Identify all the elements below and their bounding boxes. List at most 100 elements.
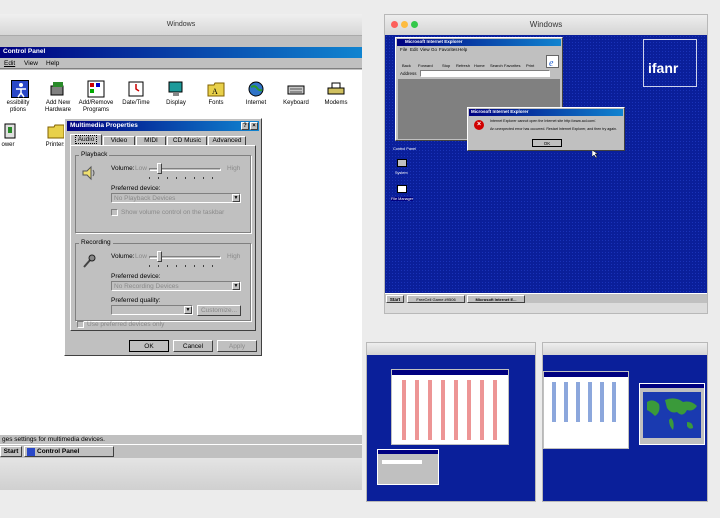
mini-window-2 bbox=[543, 371, 629, 449]
ie-address-input[interactable] bbox=[420, 70, 550, 77]
menu-view[interactable]: View bbox=[24, 60, 38, 67]
tab-video[interactable]: Video bbox=[103, 136, 135, 145]
mini-dialog bbox=[377, 449, 439, 485]
task-freecell[interactable]: FreeCell Game #9506 bbox=[407, 295, 465, 303]
tab-advanced[interactable]: Advanced bbox=[208, 136, 246, 145]
mini-map-titlebar bbox=[640, 384, 704, 388]
ie-refresh[interactable]: Refresh bbox=[456, 63, 470, 68]
close-dot[interactable] bbox=[391, 21, 398, 28]
ie-home[interactable]: Home bbox=[474, 63, 485, 68]
tab-audio[interactable]: Audio bbox=[70, 134, 102, 145]
control-panel-task-icon bbox=[27, 448, 35, 456]
task-internet-explorer[interactable]: Microsoft Internet E... bbox=[467, 295, 525, 303]
minimize-dot[interactable] bbox=[401, 21, 408, 28]
playback-group-label: Playback bbox=[79, 151, 110, 158]
playback-dropdown-button[interactable]: ▼ bbox=[232, 194, 240, 202]
control-panel-titlebar[interactable]: Control Panel bbox=[0, 47, 362, 58]
start-label: Start bbox=[3, 448, 19, 455]
ifanr-watermark: ifanr bbox=[643, 39, 697, 87]
error-ok-button[interactable]: OK bbox=[532, 139, 562, 147]
ie-print[interactable]: Print bbox=[526, 63, 534, 68]
ie-task-label: Microsoft Internet E... bbox=[475, 296, 517, 302]
ie-menu-go[interactable]: Go bbox=[431, 47, 437, 52]
icon-add-remove-programs[interactable]: Add/Remove Programs bbox=[74, 80, 118, 120]
icon-modems[interactable]: Modems bbox=[314, 80, 358, 120]
playback-device-select[interactable]: No Playback Devices ▼ bbox=[111, 193, 241, 203]
right-start-label: Start bbox=[389, 296, 401, 302]
error-line-1: Internet Explorer cannot open the Intern… bbox=[490, 119, 597, 123]
collage: Windows Control Panel Edit View Help ess… bbox=[0, 0, 720, 518]
icon-date-time[interactable]: Date/Time bbox=[114, 80, 158, 120]
recording-low-label: Low bbox=[135, 253, 147, 260]
taskbar-control-panel[interactable]: Control Panel bbox=[24, 446, 114, 457]
tab-midi-label: MIDI bbox=[144, 137, 158, 144]
recording-device-select[interactable]: No Recording Devices ▼ bbox=[111, 281, 241, 291]
error-titlebar[interactable]: Microsoft Internet Explorer bbox=[469, 109, 623, 116]
ie-titlebar[interactable]: Microsoft Internet Explorer bbox=[397, 39, 561, 46]
dialog-close-button[interactable]: × bbox=[250, 122, 258, 130]
menu-help[interactable]: Help bbox=[46, 60, 59, 67]
tab-cd-music[interactable]: CD Music bbox=[167, 136, 207, 145]
ie-forward[interactable]: Forward bbox=[418, 63, 433, 68]
menu-edit[interactable]: Edit bbox=[4, 60, 15, 67]
use-preferred-checkbox[interactable] bbox=[77, 321, 84, 328]
apply-button[interactable]: Apply bbox=[217, 340, 257, 352]
cancel-button[interactable]: Cancel bbox=[173, 340, 213, 352]
mini-mac-titlebar-2 bbox=[543, 343, 707, 355]
customize-button[interactable]: Customize... bbox=[197, 305, 241, 316]
ok-button[interactable]: OK bbox=[129, 340, 169, 352]
recording-quality-select[interactable]: ▼ bbox=[111, 305, 193, 315]
right-start-button[interactable]: Start bbox=[386, 295, 404, 303]
icon-keyboard[interactable]: Keyboard bbox=[274, 80, 318, 120]
recording-device-label: Preferred device: bbox=[111, 273, 161, 280]
show-volume-checkbox[interactable] bbox=[111, 209, 118, 216]
playback-volume-slider[interactable] bbox=[157, 163, 162, 174]
computer-icon bbox=[397, 159, 407, 167]
ie-menu-help[interactable]: Help bbox=[458, 47, 467, 52]
tab-cd-music-label: CD Music bbox=[172, 137, 202, 144]
mini-window-1-titlebar bbox=[392, 370, 508, 375]
taskbar-right: Start FreeCell Game #9506 Microsoft Inte… bbox=[385, 293, 707, 303]
recording-volume-slider[interactable] bbox=[157, 251, 162, 262]
ie-menu-favorites[interactable]: Favorites bbox=[439, 47, 458, 52]
ie-search[interactable]: Search bbox=[490, 63, 503, 68]
error-icon: × bbox=[474, 120, 484, 130]
icon-accessibility[interactable]: essibility ptions bbox=[0, 80, 40, 120]
mini-world-map-window bbox=[639, 383, 705, 445]
ie-favorites[interactable]: Favorites bbox=[504, 63, 520, 68]
icon-display[interactable]: Display bbox=[154, 80, 198, 120]
icon-label: Date/Time bbox=[122, 100, 150, 106]
recording-volume-label: Volume: bbox=[111, 253, 135, 260]
mouse-cursor-icon bbox=[591, 145, 599, 163]
clock-icon bbox=[127, 80, 145, 98]
quality-dropdown-button[interactable]: ▼ bbox=[184, 306, 192, 314]
icon-internet[interactable]: Internet bbox=[234, 80, 278, 120]
ie-menu-view[interactable]: View bbox=[420, 47, 430, 52]
ie-back[interactable]: Back bbox=[402, 63, 411, 68]
icon-fonts[interactable]: A Fonts bbox=[194, 80, 238, 120]
mac-title-bar: Windows bbox=[385, 15, 707, 35]
ie-address-label: Address bbox=[400, 71, 417, 76]
ie-stop[interactable]: Stop bbox=[442, 63, 450, 68]
tab-midi[interactable]: MIDI bbox=[136, 136, 166, 145]
world-map-icon bbox=[643, 392, 701, 438]
hardware-icon bbox=[49, 80, 67, 98]
modem-icon bbox=[327, 80, 345, 98]
desktop-icon-system[interactable]: System bbox=[391, 157, 415, 179]
start-button[interactable]: Start bbox=[0, 446, 22, 457]
playback-device-value: No Playback Devices bbox=[114, 195, 176, 202]
ie-menubar: File Edit View Go Favorites Help bbox=[398, 47, 518, 54]
taskbar-left: Start Control Panel bbox=[0, 444, 362, 458]
status-bar: ges settings for multimedia devices. bbox=[0, 434, 362, 444]
dialog-titlebar[interactable]: Multimedia Properties ? × bbox=[67, 121, 259, 131]
ie-menu-file[interactable]: File bbox=[400, 47, 407, 52]
dialog-help-button[interactable]: ? bbox=[241, 122, 249, 130]
desktop-icon-file-manager[interactable]: File Manager bbox=[391, 183, 417, 205]
icon-power[interactable]: ower bbox=[0, 122, 30, 154]
ie-menu-edit[interactable]: Edit bbox=[410, 47, 418, 52]
recording-dropdown-button[interactable]: ▼ bbox=[232, 282, 240, 290]
tab-video-label: Video bbox=[110, 137, 128, 144]
accessibility-icon bbox=[11, 80, 29, 98]
ie-error-dialog: Microsoft Internet Explorer × Internet E… bbox=[467, 107, 625, 151]
zoom-dot[interactable] bbox=[411, 21, 418, 28]
